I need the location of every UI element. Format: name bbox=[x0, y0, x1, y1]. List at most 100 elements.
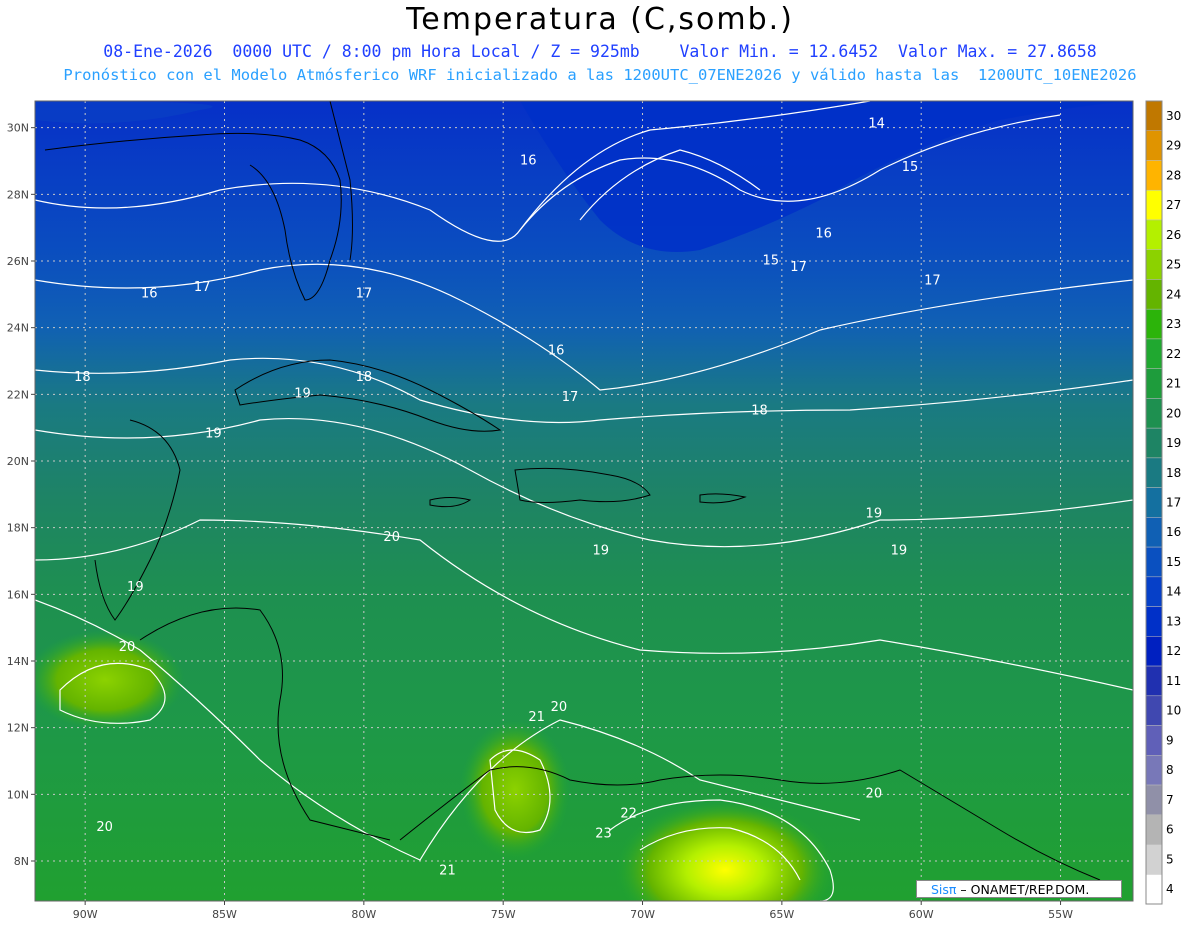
colorbar-swatch bbox=[1145, 189, 1163, 221]
contour-label: 20 bbox=[551, 700, 568, 715]
colorbar-swatch bbox=[1145, 219, 1163, 250]
colorbar-swatch bbox=[1145, 546, 1163, 578]
contour-label: 19 bbox=[866, 507, 883, 522]
colorbar-swatch bbox=[1145, 814, 1163, 845]
contour-label: 17 bbox=[924, 273, 941, 288]
contour-label: 17 bbox=[194, 280, 211, 295]
colorbar-swatch bbox=[1145, 427, 1163, 459]
lat-tick-label: 22N bbox=[7, 388, 29, 401]
credit-badge: Sisπ – ONAMET/REP.DOM. bbox=[916, 880, 1122, 898]
colorbar: 30 29 28 27 26 25 24 23 22 21 20 19 18 17 16 15 14 13 12 11… bbox=[1145, 100, 1181, 905]
warm-region-colombia bbox=[460, 720, 570, 860]
colorbar-label: 26 bbox=[1166, 228, 1181, 242]
colorbar-label: 27 bbox=[1166, 198, 1181, 212]
contour-label: 21 bbox=[528, 710, 545, 725]
contour-label: 16 bbox=[815, 227, 832, 242]
contour-label: 20 bbox=[96, 820, 113, 835]
colorbar-label: 28 bbox=[1166, 168, 1181, 182]
map-plot-area: 14 15 16 16 15 17 17 16 17 17 16 17 18 18 19 18 19 19 20 19… bbox=[35, 101, 1133, 901]
colorbar-label: 18 bbox=[1166, 466, 1181, 480]
lat-tick-label: 10N bbox=[7, 788, 29, 801]
lat-tick-label: 16N bbox=[7, 588, 29, 601]
colorbar-swatch bbox=[1145, 130, 1163, 161]
colorbar-label: 15 bbox=[1166, 555, 1181, 569]
lon-tick-label: 75W bbox=[491, 908, 516, 921]
lat-tick-label: 12N bbox=[7, 722, 29, 735]
colorbar-swatch bbox=[1145, 398, 1163, 429]
colorbar-swatch bbox=[1145, 308, 1163, 340]
contour-label: 19 bbox=[205, 427, 222, 442]
temperature-field bbox=[35, 101, 1133, 901]
colorbar-label: 4 bbox=[1166, 882, 1174, 896]
contour-label: 16 bbox=[520, 153, 537, 168]
contour-label: 16 bbox=[141, 287, 158, 302]
colorbar-label: 23 bbox=[1166, 317, 1181, 331]
colorbar-swatch bbox=[1145, 338, 1163, 369]
lat-tick-label: 14N bbox=[7, 655, 29, 668]
colorbar-swatch bbox=[1145, 368, 1163, 399]
colorbar-swatch bbox=[1145, 576, 1163, 607]
temperature-map: 14 15 16 16 15 17 17 16 17 17 16 17 18 18 19 18 19 19 20 19… bbox=[7, 100, 1181, 921]
lon-tick-label: 80W bbox=[351, 908, 376, 921]
lat-tick-label: 20N bbox=[7, 455, 29, 468]
colorbar-swatch bbox=[1145, 784, 1163, 816]
lon-tick-label: 70W bbox=[630, 908, 655, 921]
colorbar-swatch bbox=[1145, 844, 1163, 875]
contour-label: 20 bbox=[866, 787, 883, 802]
colorbar-swatch bbox=[1145, 606, 1163, 637]
credit-text: – ONAMET/REP.DOM. bbox=[956, 882, 1090, 897]
colorbar-label: 6 bbox=[1166, 823, 1174, 837]
colorbar-swatch bbox=[1145, 100, 1163, 131]
colorbar-label: 5 bbox=[1166, 852, 1174, 866]
lon-tick-label: 85W bbox=[212, 908, 237, 921]
contour-label: 15 bbox=[902, 160, 919, 175]
colorbar-swatch bbox=[1145, 695, 1163, 726]
colorbar-label: 20 bbox=[1166, 406, 1181, 420]
colorbar-label: 16 bbox=[1166, 525, 1181, 539]
contour-label: 19 bbox=[891, 543, 908, 558]
lat-tick-label: 28N bbox=[7, 188, 29, 201]
contour-label: 18 bbox=[356, 370, 373, 385]
colorbar-label: 8 bbox=[1166, 763, 1174, 777]
colorbar-label: 11 bbox=[1166, 674, 1181, 688]
contour-label: 18 bbox=[751, 403, 768, 418]
lat-tick-label: 8N bbox=[14, 855, 29, 868]
colorbar-swatch bbox=[1145, 665, 1163, 697]
colorbar-label: 17 bbox=[1166, 496, 1181, 510]
contour-label: 19 bbox=[127, 580, 144, 595]
lat-tick-label: 18N bbox=[7, 522, 29, 535]
contour-label: 17 bbox=[562, 390, 579, 405]
colorbar-swatch bbox=[1145, 249, 1163, 280]
colorbar-swatch bbox=[1145, 160, 1163, 191]
colorbar-swatch bbox=[1145, 279, 1163, 310]
colorbar-swatch bbox=[1145, 755, 1163, 786]
colorbar-label: 21 bbox=[1166, 377, 1181, 391]
colorbar-label: 14 bbox=[1166, 585, 1181, 599]
lat-tick-label: 30N bbox=[7, 122, 29, 135]
colorbar-label: 12 bbox=[1166, 644, 1181, 658]
contour-label: 14 bbox=[868, 117, 885, 132]
colorbar-swatch bbox=[1145, 517, 1163, 548]
lon-tick-label: 65W bbox=[769, 908, 794, 921]
colorbar-label: 10 bbox=[1166, 704, 1181, 718]
colorbar-label: 30 bbox=[1166, 109, 1181, 123]
contour-label: 17 bbox=[790, 260, 807, 275]
contour-label: 20 bbox=[119, 640, 136, 655]
warm-region-central-america bbox=[35, 630, 185, 730]
colorbar-label: 13 bbox=[1166, 614, 1181, 628]
colorbar-label: 19 bbox=[1166, 436, 1181, 450]
colorbar-label: 9 bbox=[1166, 733, 1174, 747]
contour-label: 15 bbox=[762, 253, 779, 268]
lon-tick-label: 55W bbox=[1048, 908, 1073, 921]
lat-tick-label: 24N bbox=[7, 322, 29, 335]
colorbar-label: 25 bbox=[1166, 258, 1181, 272]
colorbar-swatch bbox=[1145, 725, 1163, 756]
sispi-brand: Sisπ bbox=[931, 882, 957, 897]
contour-label: 16 bbox=[548, 343, 565, 358]
contour-label: 18 bbox=[74, 370, 91, 385]
contour-label: 20 bbox=[383, 530, 400, 545]
colorbar-swatch bbox=[1145, 636, 1163, 667]
lon-tick-label: 90W bbox=[73, 908, 98, 921]
colorbar-label: 22 bbox=[1166, 347, 1181, 361]
contour-label: 21 bbox=[439, 863, 456, 878]
